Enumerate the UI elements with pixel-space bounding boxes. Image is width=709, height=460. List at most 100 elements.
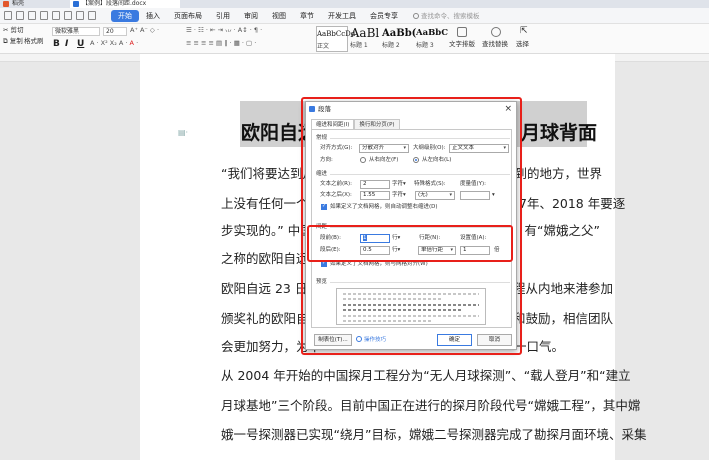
cut-button[interactable]: ✂ 剪切	[3, 26, 24, 35]
tab-bar: 稻壳 【案例】段落间距.docx	[0, 0, 709, 8]
tab-docer[interactable]: 稻壳	[0, 0, 62, 8]
outline-level-select[interactable]: 正文文本 ▾	[449, 144, 509, 153]
paragraph-preview	[336, 288, 486, 325]
command-search[interactable]: 查找命令、搜索模板	[413, 11, 480, 21]
space-after-input[interactable]: 0.5	[360, 246, 390, 255]
list-indent-tools[interactable]: ☰ · ☷ · ⇤ ⇥ 🗤 · A↕ · ¶ ·	[186, 26, 262, 35]
chevron-down-icon: ▾	[403, 145, 406, 151]
special-format-label: 特殊格式(S):	[414, 181, 446, 187]
space-after-unit[interactable]: 行▾	[392, 246, 400, 254]
tab-document[interactable]: 【案例】段落间距.docx	[70, 0, 180, 8]
preview-line	[343, 298, 443, 300]
cursor-icon: ⇱	[520, 26, 528, 36]
section-general: 常规	[316, 135, 328, 141]
bold-button[interactable]: B	[53, 39, 60, 49]
ltr-label: 从左向右(L)	[422, 157, 452, 163]
font-name-select[interactable]: 微软雅黑	[52, 27, 100, 36]
measure-unit[interactable]: ▾	[492, 191, 495, 199]
cancel-button[interactable]: 取消	[477, 334, 512, 346]
menu-view[interactable]: 视图	[265, 10, 293, 22]
indent-after-unit[interactable]: 字符▾	[392, 191, 406, 199]
special-format-select[interactable]: (无) ▾	[415, 191, 455, 200]
open-file-icon[interactable]	[28, 11, 36, 20]
ltr-radio[interactable]	[413, 157, 419, 163]
format-painter-button[interactable]: 格式刷	[24, 37, 44, 46]
italic-button[interactable]: I	[65, 39, 68, 49]
body-line: 月球基地”三个阶段。目前中国正在进行的探月阶段代号“嫦娥工程”，其中嫦	[221, 398, 641, 413]
divider	[330, 282, 510, 283]
text-layout-icon	[457, 27, 467, 37]
paragraph-dialog: 段落 × 缩进和间距(I) 换行和分页(P) 常规 对齐方式(G): 分散对齐 ▾…	[305, 101, 517, 350]
font-grow-shrink[interactable]: A⁺ A⁻ ◇ ·	[130, 26, 159, 35]
indent-before-input[interactable]: 2	[360, 180, 390, 189]
tabs-button[interactable]: 制表位(T)...	[314, 334, 352, 346]
space-before-input[interactable]: 1	[360, 234, 390, 243]
menu-section[interactable]: 章节	[293, 10, 321, 22]
text-layout-button[interactable]: 文字排版	[449, 40, 475, 49]
save-icon[interactable]	[40, 11, 48, 20]
menu-icon[interactable]	[4, 11, 12, 20]
measure-input[interactable]	[460, 191, 490, 200]
style-heading-3[interactable]: AaBbC 标题 3	[416, 26, 448, 52]
body-line: 和鼓励，相信团队	[513, 311, 614, 326]
indent-after-input[interactable]: 1.55	[360, 191, 390, 200]
alignment-label: 对齐方式(G):	[320, 145, 353, 151]
rtl-radio[interactable]	[360, 157, 366, 163]
print-preview-icon[interactable]	[64, 11, 72, 20]
new-file-icon[interactable]	[16, 11, 24, 20]
paragraph-dialog-icon	[309, 106, 315, 112]
indent-before-label: 文本之前(R):	[320, 181, 352, 187]
body-line: 娥一号探测器已实现“绕月”目标，嫦娥二号探测器完成了勘探月面环境、采集	[221, 427, 647, 442]
direction-label: 方向:	[320, 157, 333, 163]
font-effects[interactable]: A · X² X₂ A · A ·	[90, 39, 138, 48]
menu-page-layout[interactable]: 页面布局	[167, 10, 209, 22]
close-icon[interactable]: ×	[504, 103, 512, 115]
dialog-title-bar[interactable]: 段落 ×	[306, 102, 516, 116]
align-tools[interactable]: ≡ ≡ ≡ ≡ ▤ ‖ · ▦ · ▢ ·	[186, 39, 256, 48]
indent-before-unit[interactable]: 字符▾	[392, 180, 406, 188]
divider	[330, 227, 510, 228]
menu-developer[interactable]: 开发工具	[321, 10, 363, 22]
preview-line	[343, 293, 479, 295]
ok-button[interactable]: 确定	[437, 334, 472, 346]
menu-home[interactable]: 开始	[111, 10, 139, 22]
print-icon[interactable]	[52, 11, 60, 20]
menu-member[interactable]: 会员专享	[363, 10, 405, 22]
redo-icon[interactable]	[88, 11, 96, 20]
menu-insert[interactable]: 插入	[139, 10, 167, 22]
horizontal-ruler[interactable]	[0, 54, 709, 62]
find-replace-icon	[491, 27, 501, 37]
underline-button[interactable]: U	[77, 39, 84, 49]
snap-to-grid-label: 如果定义了文档网格，则与网格对齐(W)	[330, 261, 428, 267]
menu-references[interactable]: 引用	[209, 10, 237, 22]
dialog-body: 常规 对齐方式(G): 分散对齐 ▾ 大纲级别(O): 正文文本 ▾ 方向: 从右向…	[311, 129, 512, 328]
body-line: 步实现的。” 中国	[221, 223, 313, 238]
space-before-unit[interactable]: 行▾	[392, 234, 400, 242]
auto-right-indent-checkbox[interactable]	[321, 203, 327, 210]
ruler-text-area	[140, 54, 615, 62]
ribbon: ✂ 剪切 ⧉ 复制 格式刷 微软雅黑 20 A⁺ A⁻ ◇ · B I U A …	[0, 24, 709, 54]
find-replace-button[interactable]: 查找替换	[482, 40, 508, 49]
select-button[interactable]: 选择	[516, 40, 529, 49]
main-menu: 开始 插入 页面布局 引用 审阅 视图 章节 开发工具 会员专享	[111, 10, 405, 22]
style-heading-2[interactable]: AaBb( 标题 2	[382, 26, 416, 52]
undo-icon[interactable]	[76, 11, 84, 20]
snap-to-grid-checkbox[interactable]	[321, 260, 327, 267]
tips-link[interactable]: 操作技巧	[356, 335, 386, 345]
chevron-down-icon: ▾	[449, 192, 452, 198]
alignment-select[interactable]: 分散对齐 ▾	[359, 144, 409, 153]
document-title-right: 月球背面	[521, 122, 598, 144]
measure-label: 度量值(Y):	[460, 181, 487, 187]
body-line: “我们将要达到月	[221, 166, 315, 181]
font-size-select[interactable]: 20	[103, 27, 127, 36]
paragraph-handle-icon[interactable]: ▤·	[178, 128, 188, 137]
copy-button[interactable]: ⧉ 复制	[3, 37, 23, 46]
divider	[330, 138, 510, 139]
preview-line	[343, 315, 479, 317]
menu-review[interactable]: 审阅	[237, 10, 265, 22]
style-heading-1[interactable]: AaBl 标题 1	[350, 26, 380, 52]
set-value-input[interactable]: 1	[460, 246, 490, 255]
style-normal[interactable]: AaBbCcDd 正文	[316, 26, 355, 52]
set-value-unit: 倍	[494, 247, 500, 253]
line-spacing-select[interactable]: 单倍行距 ▾	[418, 246, 456, 255]
